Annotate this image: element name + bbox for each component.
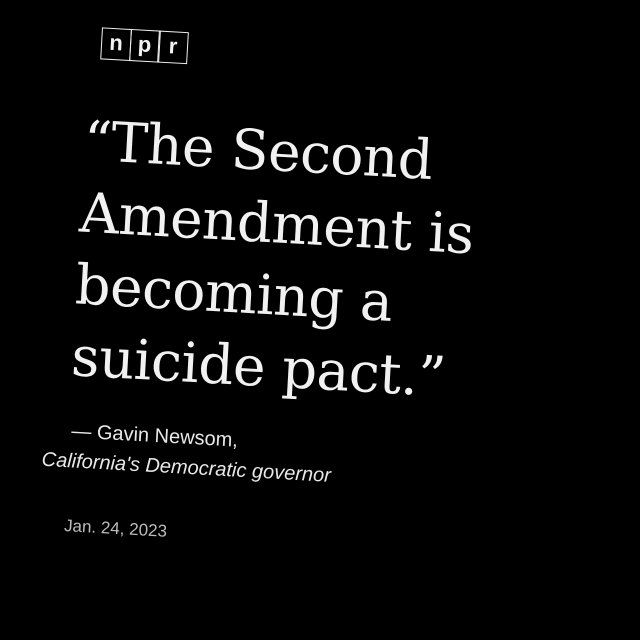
quote-card-canvas: n p r “The Second Amendment is becoming … [0, 0, 640, 640]
quote-date: Jan. 24, 2023 [63, 516, 168, 541]
npr-logo-letter-p: p [128, 28, 161, 63]
npr-logo-letter-r: r [157, 30, 189, 65]
quote-attribution: — Gavin Newsom, California's Democratic … [41, 416, 333, 491]
npr-logo: n p r [100, 27, 189, 65]
quote-card: n p r “The Second Amendment is becoming … [0, 0, 640, 640]
npr-logo-letter-n: n [100, 27, 132, 61]
quote-text: “The Second Amendment is becoming a suic… [69, 108, 476, 410]
attribution-role: California's Democratic governor [41, 448, 332, 487]
